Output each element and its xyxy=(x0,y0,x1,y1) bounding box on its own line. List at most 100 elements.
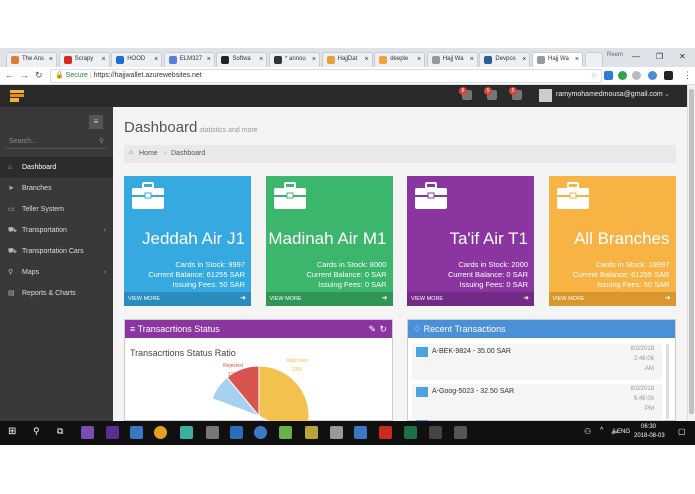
close-tab-icon[interactable]: × xyxy=(365,53,369,66)
sidebar-item-teller-system[interactable]: ▭ Teller System xyxy=(0,199,113,220)
browser-tab[interactable]: Softwa × xyxy=(216,52,268,67)
view-more-link[interactable]: VIEW MORE ➜ xyxy=(265,292,393,306)
notification-center-icon[interactable]: ▢ xyxy=(678,427,686,436)
current-balance: Current Balance: 0 SAR xyxy=(306,270,387,279)
search-input[interactable]: Search... ⚲ xyxy=(6,135,106,149)
pdf-icon[interactable] xyxy=(379,426,392,439)
notification-icon[interactable]: 6 xyxy=(459,87,472,100)
terminal-icon[interactable] xyxy=(429,426,442,439)
app-icon[interactable] xyxy=(254,426,267,439)
browser-tab[interactable]: HajjDat × xyxy=(321,52,373,67)
branch-card[interactable]: Ta'if Air T1 Cards in Stock: 2000 Current … xyxy=(407,176,534,306)
search-icon[interactable]: ⚲ xyxy=(33,426,40,437)
vscode-icon[interactable] xyxy=(230,426,243,439)
menu-icon[interactable]: ⋮ xyxy=(683,70,692,81)
maximize-icon[interactable]: ❐ xyxy=(656,52,663,61)
tray-up-icon[interactable]: ^ xyxy=(600,427,603,434)
avatar[interactable] xyxy=(539,89,552,102)
view-more-link[interactable]: VIEW MORE ➜ xyxy=(407,292,534,306)
people-icon[interactable]: ⚇ xyxy=(584,427,591,436)
app-icon[interactable] xyxy=(130,426,143,439)
panel-scrollbar[interactable] xyxy=(666,344,669,419)
back-icon[interactable]: ← xyxy=(5,70,14,80)
visual-studio-icon[interactable] xyxy=(106,426,119,439)
app-icon[interactable] xyxy=(354,426,367,439)
browser-tab[interactable]: deeple × xyxy=(374,52,426,67)
clock-date[interactable]: 2018-08-03 xyxy=(634,433,665,439)
bell-icon: ♢ xyxy=(413,324,422,334)
forward-icon[interactable]: → xyxy=(20,70,29,80)
new-tab-button[interactable] xyxy=(585,52,603,67)
user-email[interactable]: ramymohamedmousa@gmail.com xyxy=(556,91,663,98)
extension-icon[interactable] xyxy=(604,71,613,80)
extension-icon[interactable] xyxy=(632,71,641,80)
breadcrumb-home[interactable]: Home xyxy=(139,150,158,157)
refresh-icon[interactable]: ↻ xyxy=(379,320,387,338)
reload-icon[interactable]: ↻ xyxy=(35,70,43,81)
close-tab-icon[interactable]: × xyxy=(207,53,211,66)
tasks-icon[interactable]: 5 xyxy=(509,87,522,100)
close-tab-icon[interactable]: × xyxy=(470,53,474,66)
sidebar-toggle-icon[interactable]: ≡ xyxy=(89,115,103,129)
minimize-icon[interactable]: — xyxy=(632,52,640,61)
browser-tab[interactable]: * annou × xyxy=(269,52,320,67)
sidebar-item-transportation[interactable]: ⛟ Transportation ‹ xyxy=(0,220,113,241)
browser-tab[interactable]: The Ans × xyxy=(6,52,57,67)
current-balance: Current Balance: 61255 SAR xyxy=(148,270,245,279)
sidebar-item-branches[interactable]: ➤ Branches xyxy=(0,178,113,199)
branch-card[interactable]: All Branches Cards in Stock: 19997 Current… xyxy=(548,176,676,306)
extension-icon[interactable] xyxy=(648,71,657,80)
close-tab-icon[interactable]: × xyxy=(522,53,526,66)
close-tab-icon[interactable]: × xyxy=(312,53,316,66)
browser-tab[interactable]: HOOD × xyxy=(111,52,163,67)
sidebar-item-label: Maps xyxy=(22,269,40,276)
url-field[interactable]: 🔒 Secure | https://hajjwallet.azurewebsi… xyxy=(50,69,602,83)
notepad-icon[interactable] xyxy=(279,426,292,439)
chrome-icon[interactable] xyxy=(154,426,167,439)
app-icon[interactable] xyxy=(180,426,193,439)
view-more-link[interactable]: VIEW MORE ➜ xyxy=(124,292,251,306)
sidebar-item-reports-charts[interactable]: ▤ Reports & Charts xyxy=(0,283,113,304)
logo-icon[interactable] xyxy=(10,90,24,102)
language-indicator[interactable]: ENG xyxy=(617,429,630,435)
page-scrollbar[interactable] xyxy=(687,85,695,421)
sidebar-item-transportation-cars[interactable]: ⛟ Transportation Cars xyxy=(0,241,113,262)
task-view-icon[interactable]: ⧉ xyxy=(57,426,63,437)
close-tab-icon[interactable]: × xyxy=(49,53,53,66)
transaction-item[interactable]: A-BEK-9824 - 35.00 SAR 8/2/2018 2:46:06 AM xyxy=(412,344,662,380)
close-tab-icon[interactable]: × xyxy=(102,53,106,66)
pie-slice-approved[interactable] xyxy=(258,365,310,421)
browser-tab[interactable]: Hajj Wa × xyxy=(532,52,583,67)
star-icon[interactable]: ☆ xyxy=(591,70,597,82)
visual-studio-icon[interactable] xyxy=(81,426,94,439)
branch-card[interactable]: Madinah Air M1 Cards in Stock: 8000 Curren… xyxy=(265,176,393,306)
app-icon[interactable] xyxy=(330,426,343,439)
tools-icon[interactable] xyxy=(206,426,219,439)
wrench-icon[interactable]: ✎ xyxy=(368,320,376,338)
close-window-icon[interactable]: ✕ xyxy=(679,52,686,61)
browser-tab[interactable]: Devpos × xyxy=(479,52,531,67)
chevron-down-icon[interactable]: ⌄ xyxy=(664,90,670,98)
windows-start-icon[interactable]: ⊞ xyxy=(8,426,16,437)
profile-label[interactable]: Reem xyxy=(607,52,623,58)
close-tab-icon[interactable]: × xyxy=(417,53,421,66)
extension-icon[interactable] xyxy=(664,71,673,80)
sidebar-item-maps[interactable]: ⚲ Maps ‹ xyxy=(0,262,113,283)
close-tab-icon[interactable]: × xyxy=(575,53,579,66)
browser-tab[interactable]: ELM327 × xyxy=(163,52,215,67)
close-tab-icon[interactable]: × xyxy=(259,53,263,66)
tools-icon[interactable] xyxy=(454,426,467,439)
app-icon[interactable] xyxy=(305,426,318,439)
extension-icon[interactable] xyxy=(618,71,627,80)
sidebar-item-dashboard[interactable]: ⌂ Dashboard xyxy=(0,157,113,178)
transaction-item[interactable]: A-Goog-5023 - 32.50 SAR 8/2/2018 6:45:00 PM xyxy=(412,384,662,420)
app-header: 6 5 5 ramymohamedmousa@gmail.com ⌄ xyxy=(0,85,687,107)
clock-time[interactable]: 06:30 xyxy=(641,424,656,430)
branch-card[interactable]: Jeddah Air J1 Cards in Stock: 9997 Current… xyxy=(124,176,251,306)
close-tab-icon[interactable]: × xyxy=(154,53,158,66)
view-more-link[interactable]: VIEW MORE ➜ xyxy=(548,292,676,306)
inbox-icon[interactable]: 5 xyxy=(484,87,497,100)
excel-icon[interactable] xyxy=(404,426,417,439)
browser-tab[interactable]: Hajj Wa × xyxy=(426,52,478,67)
browser-tab[interactable]: Scrapy × xyxy=(58,52,110,67)
